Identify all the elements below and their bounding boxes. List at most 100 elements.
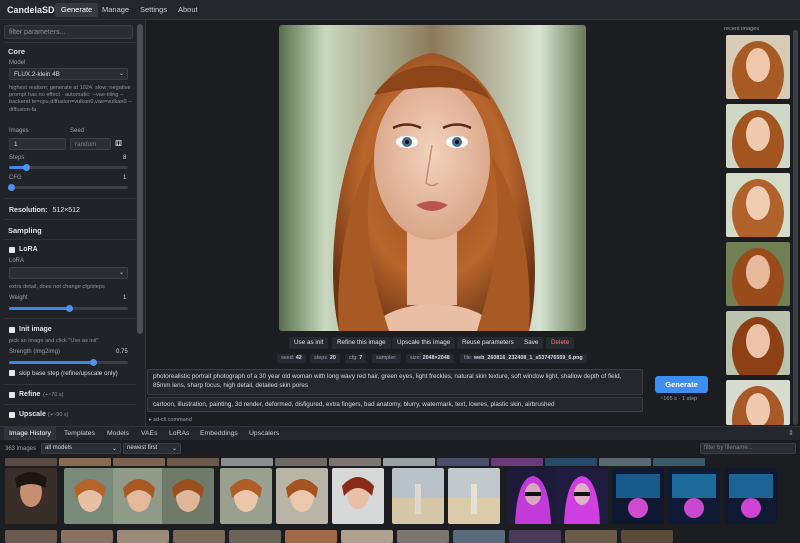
- strength-slider[interactable]: [9, 359, 128, 366]
- gallery-thumb[interactable]: [341, 530, 393, 543]
- filter-by-filename-input[interactable]: filter by filename...: [700, 443, 796, 454]
- gallery-thumb[interactable]: [556, 468, 608, 524]
- gallery-thumb[interactable]: [117, 530, 169, 543]
- tab-embeddings[interactable]: Embeddings: [195, 427, 243, 440]
- gallery-thumb[interactable]: [621, 530, 673, 543]
- gallery-thumb[interactable]: [167, 458, 219, 466]
- tab-loras[interactable]: LoRAs: [164, 427, 194, 440]
- gallery-thumb[interactable]: [437, 458, 489, 466]
- upscale-image-button[interactable]: Upscale this image: [392, 337, 456, 349]
- images-label: Images: [9, 128, 29, 134]
- reuse-parameters-button[interactable]: Reuse parameters: [457, 337, 519, 349]
- nav-tab-manage[interactable]: Manage: [96, 3, 135, 17]
- negative-prompt-textarea[interactable]: cartoon, illustration, painting, 3d rend…: [147, 397, 643, 412]
- recent-thumb[interactable]: [726, 35, 790, 99]
- gallery-thumb[interactable]: [397, 530, 449, 543]
- gallery-sort[interactable]: newest first ⌄: [123, 443, 181, 454]
- use-as-init-button[interactable]: Use as init: [289, 337, 329, 349]
- model-hint: highest realism; generate at 1024. slow;…: [9, 85, 132, 113]
- meta-sampler: sampler:: [372, 354, 401, 363]
- gallery-thumb[interactable]: [599, 458, 651, 466]
- gallery-thumb[interactable]: [612, 468, 664, 524]
- recent-scrollbar[interactable]: [793, 30, 798, 425]
- gallery-model-filter[interactable]: all models ⌄: [41, 443, 121, 454]
- gallery-thumb[interactable]: [285, 530, 337, 543]
- seed-input[interactable]: random: [70, 138, 111, 150]
- strength-label: Strength (img2img): [9, 349, 61, 355]
- gallery-thumb[interactable]: [545, 458, 597, 466]
- refine-checkbox[interactable]: [9, 392, 15, 398]
- gallery-thumb[interactable]: [5, 468, 57, 524]
- gallery-thumb[interactable]: [491, 458, 543, 466]
- nav-tab-settings[interactable]: Settings: [134, 3, 173, 17]
- skip-base-checkbox[interactable]: [9, 370, 15, 376]
- expand-icon[interactable]: ⇕: [788, 429, 794, 437]
- gallery-thumb[interactable]: [448, 468, 500, 524]
- divider: [4, 42, 136, 43]
- save-button[interactable]: Save: [519, 337, 544, 349]
- gallery-thumb[interactable]: [332, 468, 384, 524]
- dice-icon[interactable]: ⚅: [115, 139, 122, 148]
- generated-image[interactable]: [279, 25, 586, 331]
- chevron-down-icon: ⌄: [111, 446, 117, 452]
- gallery-thumb[interactable]: [383, 458, 435, 466]
- gallery-thumb[interactable]: [113, 468, 165, 524]
- gallery-thumb[interactable]: [61, 530, 113, 543]
- tab-templates[interactable]: Templates: [59, 427, 100, 440]
- tab-models[interactable]: Models: [102, 427, 134, 440]
- generate-button[interactable]: Generate: [655, 376, 708, 393]
- gallery-thumb[interactable]: [453, 530, 505, 543]
- nav-tab-about[interactable]: About: [172, 3, 204, 17]
- upscale-note: (+~90 s): [48, 412, 69, 418]
- app-brand: CandelaSD: [7, 5, 55, 15]
- recent-thumb[interactable]: [726, 311, 790, 375]
- gallery-thumb[interactable]: [229, 530, 281, 543]
- parameters-scrollbar[interactable]: [137, 24, 143, 334]
- gallery-thumb[interactable]: [5, 458, 57, 466]
- lora-checkbox[interactable]: [9, 247, 15, 253]
- gallery-thumb[interactable]: [221, 458, 273, 466]
- recent-thumb[interactable]: [726, 242, 790, 306]
- gallery-thumb[interactable]: [59, 458, 111, 466]
- gallery-thumb[interactable]: [220, 468, 272, 524]
- filter-parameters-input[interactable]: filter parameters...: [4, 25, 133, 39]
- gallery-thumb[interactable]: [5, 530, 57, 543]
- gallery-thumb[interactable]: [392, 468, 444, 524]
- cfg-slider[interactable]: [8, 184, 128, 191]
- init-image-checkbox[interactable]: [9, 327, 15, 333]
- gallery-thumb[interactable]: [509, 530, 561, 543]
- recent-thumb[interactable]: [726, 104, 790, 168]
- recent-thumb[interactable]: [726, 380, 790, 425]
- model-select[interactable]: FLUX.2-klein 4B ⌄: [9, 68, 128, 80]
- gallery-thumb[interactable]: [162, 468, 214, 524]
- meta-steps-value: 20: [329, 355, 336, 361]
- upscale-checkbox[interactable]: [9, 412, 15, 418]
- gallery-thumb[interactable]: [653, 458, 705, 466]
- tab-image-history[interactable]: Image History: [4, 427, 56, 440]
- lora-select[interactable]: ⌄: [9, 267, 128, 279]
- gallery-thumb[interactable]: [507, 468, 559, 524]
- recent-thumb[interactable]: [726, 173, 790, 237]
- tab-vaes[interactable]: VAEs: [136, 427, 163, 440]
- gallery-thumb[interactable]: [668, 468, 720, 524]
- images-input[interactable]: 1: [9, 138, 66, 150]
- gallery-thumb[interactable]: [173, 530, 225, 543]
- tab-upscalers[interactable]: Upscalers: [244, 427, 284, 440]
- gallery-thumb[interactable]: [64, 468, 116, 524]
- gallery-thumb[interactable]: [276, 468, 328, 524]
- gallery-thumb[interactable]: [329, 458, 381, 466]
- refine-image-button[interactable]: Refine this image: [332, 337, 391, 349]
- prompt-textarea[interactable]: photorealistic portrait photograph of a …: [147, 369, 643, 395]
- gallery-thumb[interactable]: [113, 458, 165, 466]
- gallery-thumb[interactable]: [565, 530, 617, 543]
- gallery-thumb[interactable]: [275, 458, 327, 466]
- gallery-thumb[interactable]: [725, 468, 777, 524]
- steps-slider[interactable]: [9, 164, 128, 171]
- sd-cli-toggle[interactable]: ▸ sd-cli command: [149, 417, 192, 423]
- meta-sampler-key: sampler:: [376, 355, 397, 361]
- meta-seed: seed: 42: [277, 354, 306, 363]
- nav-tab-generate[interactable]: Generate: [55, 3, 99, 17]
- meta-file: file: web_260816_232408_1_s537476559_6.p…: [460, 354, 587, 363]
- delete-button[interactable]: Delete: [546, 337, 575, 349]
- weight-slider[interactable]: [9, 305, 128, 312]
